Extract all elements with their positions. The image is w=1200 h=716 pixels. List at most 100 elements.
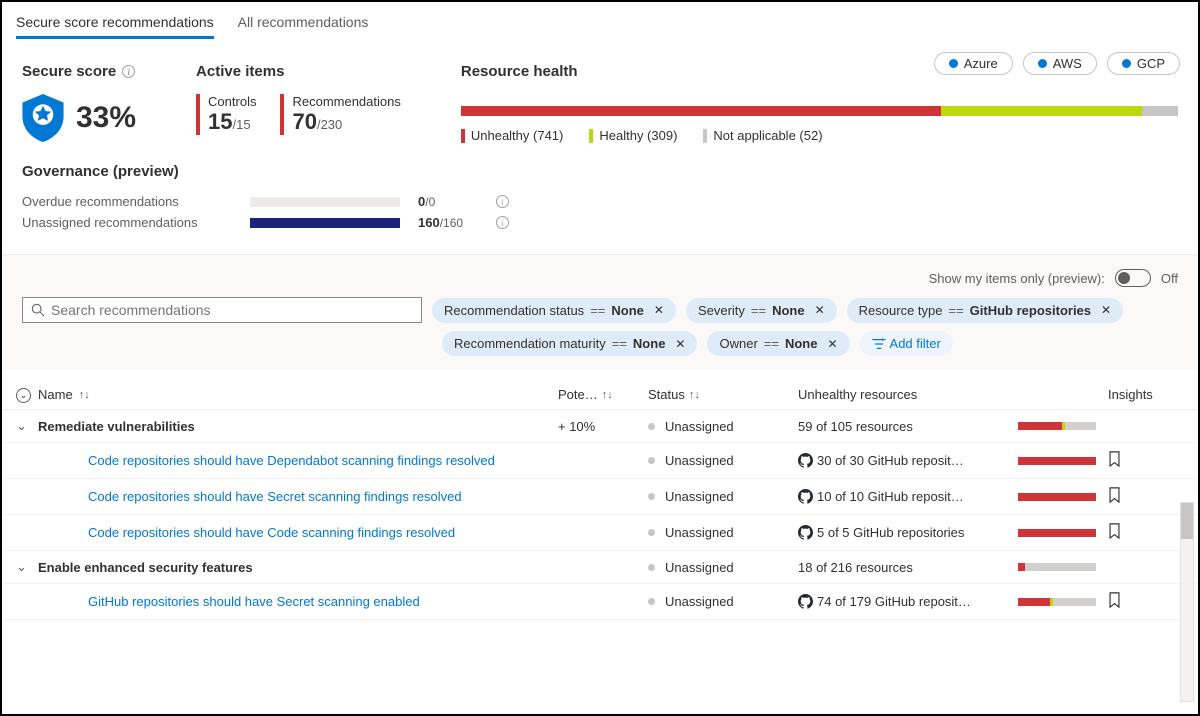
recommendations-table: ⌄ Name ↑↓ Pote… ↑↓ Status ↑↓ Unhealthy r… <box>2 370 1198 620</box>
potential-increase: + 10% <box>558 419 648 434</box>
status-dot-icon <box>648 493 655 500</box>
add-filter-button[interactable]: +Add filter <box>860 331 953 356</box>
bookmark-icon[interactable] <box>1108 487 1121 503</box>
cloud-chip-aws[interactable]: AWS <box>1023 52 1097 75</box>
scroll-thumb[interactable] <box>1181 503 1193 539</box>
cloud-chip-azure[interactable]: Azure <box>934 52 1013 75</box>
group-name: Enable enhanced security features <box>38 560 253 575</box>
secure-score-value: 33% <box>76 101 136 135</box>
chevron-down-icon[interactable]: ⌄ <box>16 418 30 434</box>
sort-icon: ↑↓ <box>602 389 613 401</box>
col-potential[interactable]: Pote… ↑↓ <box>558 387 648 402</box>
table-row[interactable]: Code repositories should have Code scann… <box>2 515 1198 551</box>
active-items-card: Active items Controls 15/15 Recommendati… <box>196 63 401 143</box>
secure-score-card: Secure score i 33% <box>22 63 136 143</box>
github-icon <box>798 594 813 609</box>
filter-recommendation-maturity[interactable]: Recommendation maturity==None✕ <box>442 331 697 356</box>
bookmark-icon[interactable] <box>1108 592 1121 608</box>
unhealthy-cell: 10 of 10 GitHub reposit… <box>798 489 1018 504</box>
status-cell: Unassigned <box>648 453 798 468</box>
controls-stat: Controls 15/15 <box>196 94 256 135</box>
show-my-items-toggle[interactable] <box>1115 269 1151 287</box>
filter-recommendation-status[interactable]: Recommendation status==None✕ <box>432 298 676 323</box>
col-insights[interactable]: Insights <box>1108 387 1168 402</box>
bookmark-icon[interactable] <box>1108 523 1121 539</box>
unhealthy-cell: 5 of 5 GitHub repositories <box>798 525 1018 540</box>
sort-icon: ↑↓ <box>689 389 700 401</box>
chevron-down-icon[interactable]: ⌄ <box>16 559 30 575</box>
na-segment <box>1142 106 1178 116</box>
filter-icon: + <box>872 337 886 351</box>
search-icon <box>31 303 45 317</box>
legend-healthy: Healthy (309) <box>589 128 677 143</box>
table-header: ⌄ Name ↑↓ Pote… ↑↓ Status ↑↓ Unhealthy r… <box>2 380 1198 410</box>
health-mini-bar <box>1018 493 1096 501</box>
show-my-items-toggle-row: Show my items only (preview): Off <box>22 269 1178 287</box>
recommendations-stat: Recommendations 70/230 <box>280 94 400 135</box>
vertical-scrollbar[interactable] <box>1180 502 1194 702</box>
governance-row-overdue: Overdue recommendations 0/0 i <box>22 194 1178 209</box>
recommendation-link[interactable]: Code repositories should have Code scann… <box>88 525 455 540</box>
status-cell: Unassigned <box>648 594 798 609</box>
status-dot-icon <box>648 529 655 536</box>
info-icon[interactable]: i <box>496 216 509 229</box>
unhealthy-segment <box>461 106 941 116</box>
status-cell: Unassigned <box>648 419 798 434</box>
unhealthy-cell: 59 of 105 resources <box>798 419 1018 434</box>
filter-resource-type[interactable]: Resource type==GitHub repositories✕ <box>847 298 1123 323</box>
status-cell: Unassigned <box>648 525 798 540</box>
recommendation-link[interactable]: GitHub repositories should have Secret s… <box>88 594 420 609</box>
github-icon <box>798 453 813 468</box>
filter-owner[interactable]: Owner==None✕ <box>707 331 849 356</box>
col-status[interactable]: Status ↑↓ <box>648 387 798 402</box>
governance-row-unassigned: Unassigned recommendations 160/160 i <box>22 215 1178 230</box>
recommendation-link[interactable]: Code repositories should have Secret sca… <box>88 489 462 504</box>
toggle-state: Off <box>1161 271 1178 286</box>
close-icon[interactable]: ✕ <box>1101 303 1111 317</box>
active-items-title: Active items <box>196 63 401 80</box>
col-name[interactable]: Name ↑↓ <box>38 387 558 402</box>
recommendation-link[interactable]: Code repositories should have Dependabot… <box>88 453 495 468</box>
info-icon[interactable]: i <box>122 65 135 78</box>
svg-text:+: + <box>880 337 884 343</box>
bookmark-icon[interactable] <box>1108 451 1121 467</box>
resource-health-bar <box>461 106 1178 116</box>
table-row[interactable]: Code repositories should have Secret sca… <box>2 479 1198 515</box>
legend-unhealthy: Unhealthy (741) <box>461 128 564 143</box>
tabs: Secure score recommendations All recomme… <box>2 2 1198 39</box>
status-cell: Unassigned <box>648 560 798 575</box>
close-icon[interactable]: ✕ <box>815 303 825 317</box>
dot-icon <box>949 59 958 68</box>
close-icon[interactable]: ✕ <box>654 303 664 317</box>
filter-severity[interactable]: Severity==None✕ <box>686 298 837 323</box>
governance-section: Governance (preview) Overdue recommendat… <box>2 153 1198 254</box>
tab-secure-score[interactable]: Secure score recommendations <box>16 10 214 39</box>
table-row[interactable]: Code repositories should have Dependabot… <box>2 443 1198 479</box>
status-cell: Unassigned <box>648 489 798 504</box>
health-mini-bar <box>1018 598 1096 606</box>
search-recommendations[interactable] <box>22 297 422 323</box>
status-dot-icon <box>648 457 655 464</box>
resource-health-legend: Unhealthy (741) Healthy (309) Not applic… <box>461 128 1178 143</box>
status-dot-icon <box>648 423 655 430</box>
health-mini-bar <box>1018 529 1096 537</box>
dot-icon <box>1122 59 1131 68</box>
sort-icon: ↑↓ <box>79 389 90 401</box>
tab-all-recommendations[interactable]: All recommendations <box>238 10 369 39</box>
close-icon[interactable]: ✕ <box>675 337 685 351</box>
github-icon <box>798 525 813 540</box>
cloud-filter-chips: Azure AWS GCP <box>934 52 1180 75</box>
search-input[interactable] <box>51 302 413 318</box>
table-group-row[interactable]: ⌄ Enable enhanced security features Unassi… <box>2 551 1198 584</box>
progress-bar <box>250 197 400 207</box>
close-icon[interactable]: ✕ <box>827 337 837 351</box>
col-unhealthy[interactable]: Unhealthy resources <box>798 387 1018 402</box>
info-icon[interactable]: i <box>496 195 509 208</box>
github-icon <box>798 489 813 504</box>
table-group-row[interactable]: ⌄Remediate vulnerabilities+ 10%Unassigne… <box>2 410 1198 443</box>
shield-icon <box>22 94 64 142</box>
healthy-segment <box>941 106 1142 116</box>
table-row[interactable]: GitHub repositories should have Secret s… <box>2 584 1198 620</box>
cloud-chip-gcp[interactable]: GCP <box>1107 52 1180 75</box>
expand-all-icon[interactable]: ⌄ <box>16 388 31 403</box>
